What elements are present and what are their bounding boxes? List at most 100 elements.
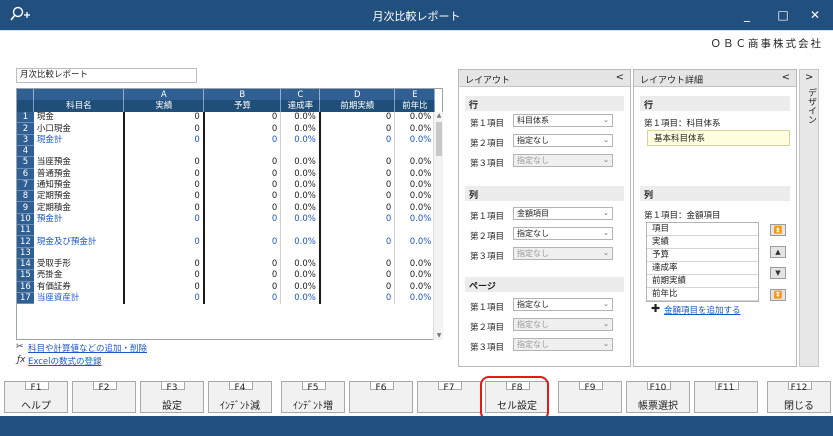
maximize-button[interactable]: □ — [771, 6, 795, 24]
account-name-cell[interactable] — [34, 145, 124, 156]
row-number[interactable]: 12 — [17, 235, 34, 248]
row-number[interactable]: 7 — [17, 179, 34, 192]
value-cell[interactable]: 0.0% — [280, 258, 321, 270]
list-item[interactable]: 前年比 — [647, 288, 758, 301]
value-cell[interactable] — [318, 145, 396, 157]
scroll-down-icon[interactable]: ▼ — [434, 332, 444, 340]
row-item2-select[interactable]: 指定なし ⌄ — [513, 134, 613, 147]
account-name-cell[interactable]: 普通預金 — [34, 168, 124, 179]
function-key-f9[interactable]: F9 — [558, 381, 622, 413]
value-cell[interactable]: 0 — [122, 190, 205, 202]
value-cell[interactable]: 0.0% — [394, 111, 436, 123]
value-cell[interactable]: 0 — [202, 156, 282, 169]
value-cell[interactable]: 0 — [122, 281, 205, 293]
account-name-cell[interactable]: 現金計 — [34, 134, 124, 145]
value-cell[interactable]: 0 — [122, 235, 205, 248]
value-cell[interactable] — [318, 224, 396, 236]
account-name-cell[interactable] — [34, 225, 124, 236]
row-number[interactable]: 15 — [17, 269, 34, 282]
report-name-field[interactable]: 月次比較レポート — [16, 68, 197, 83]
value-cell[interactable]: 0 — [202, 258, 282, 270]
page-item1-select[interactable]: 指定なし ⌄ — [513, 298, 613, 311]
row-number[interactable]: 5 — [17, 156, 34, 169]
row-number[interactable]: 2 — [17, 122, 34, 135]
excel-formula-link[interactable]: Excelの数式の登録 — [28, 355, 102, 367]
value-cell[interactable]: 0 — [122, 168, 205, 180]
page-item3-select[interactable]: 指定なし ⌄ — [513, 338, 613, 351]
report-sheet[interactable]: A B C D E 科目名 実績 予算 達成率 前期実績 前年比 1 現金 0 0 0.… — [16, 88, 443, 340]
value-cell[interactable]: 0 — [318, 134, 396, 146]
col-item3-select[interactable]: 指定なし ⌄ — [513, 247, 613, 260]
value-cell[interactable] — [394, 247, 436, 259]
value-cell[interactable]: 0.0% — [280, 292, 321, 304]
close-button[interactable]: ✕ — [803, 6, 827, 24]
value-cell[interactable]: 0.0% — [394, 269, 436, 282]
row-number[interactable]: 13 — [17, 247, 34, 259]
value-cell[interactable]: 0 — [318, 168, 396, 180]
value-cell[interactable]: 0.0% — [394, 281, 436, 293]
col-item2-select[interactable]: 指定なし ⌄ — [513, 227, 613, 240]
move-top-icon[interactable]: ⏫ — [770, 224, 786, 236]
table-row[interactable]: 10 預金計 0 0 0.0% 0 0.0% — [17, 213, 436, 226]
account-name-cell[interactable]: 定期預金 — [34, 191, 124, 202]
value-cell[interactable] — [122, 145, 205, 157]
value-cell[interactable]: 0.0% — [280, 269, 321, 282]
value-cell[interactable]: 0.0% — [280, 134, 321, 146]
account-name-cell[interactable]: 売掛金 — [34, 270, 124, 281]
value-cell[interactable]: 0 — [202, 134, 282, 146]
value-cell[interactable] — [394, 224, 436, 236]
row-number[interactable]: 1 — [17, 111, 34, 124]
value-cell[interactable]: 0 — [122, 269, 205, 282]
scroll-up-icon[interactable]: ▲ — [434, 112, 444, 120]
value-cell[interactable] — [202, 224, 282, 236]
table-row[interactable]: 17 当座資産計 0 0 0.0% 0 0.0% — [17, 292, 436, 305]
function-key-f10[interactable]: F10 帳票選択 — [626, 381, 690, 413]
value-cell[interactable]: 0.0% — [280, 111, 321, 123]
row-item3-select[interactable]: 指定なし ⌄ — [513, 154, 613, 167]
value-cell[interactable]: 0 — [202, 269, 282, 282]
row-number[interactable]: 4 — [17, 145, 34, 158]
value-cell[interactable]: 0 — [318, 292, 396, 304]
scroll-thumb[interactable] — [436, 122, 442, 156]
table-row[interactable]: 16 有価証券 0 0 0.0% 0 0.0% — [17, 281, 436, 293]
account-name-cell[interactable]: 受取手形 — [34, 258, 124, 269]
value-cell[interactable]: 0 — [202, 111, 282, 123]
column-letter[interactable]: A — [123, 89, 205, 101]
account-name-cell[interactable]: 通知預金 — [34, 179, 124, 190]
value-cell[interactable]: 0 — [202, 179, 282, 191]
value-cell[interactable]: 0 — [318, 235, 396, 248]
account-name-cell[interactable] — [34, 247, 124, 258]
value-cell[interactable] — [202, 145, 282, 157]
value-cell[interactable]: 0 — [122, 156, 205, 169]
value-cell[interactable]: 0.0% — [394, 122, 436, 135]
account-name-cell[interactable]: 当座資産計 — [34, 292, 124, 303]
row-number[interactable]: 11 — [17, 224, 34, 237]
value-cell[interactable]: 0 — [318, 201, 396, 214]
function-key-f3[interactable]: F3 設定 — [140, 381, 204, 413]
column-header[interactable]: 実績 — [123, 100, 205, 112]
value-cell[interactable]: 0.0% — [280, 122, 321, 135]
collapse-layout-icon[interactable]: < — [616, 72, 624, 83]
value-cell[interactable]: 0 — [202, 281, 282, 293]
table-row[interactable]: 13 — [17, 247, 436, 259]
value-cell[interactable]: 0.0% — [394, 213, 436, 225]
value-cell[interactable]: 0.0% — [280, 213, 321, 225]
account-name-cell[interactable]: 預金計 — [34, 213, 124, 224]
value-cell[interactable]: 0.0% — [394, 201, 436, 214]
column-letter[interactable]: B — [203, 89, 282, 101]
collapse-detail-icon[interactable]: < — [782, 72, 790, 83]
value-cell[interactable]: 0.0% — [394, 156, 436, 169]
value-cell[interactable]: 0 — [318, 213, 396, 225]
column-letter[interactable]: E — [394, 89, 436, 101]
value-cell[interactable]: 0 — [202, 201, 282, 214]
value-cell[interactable]: 0 — [122, 201, 205, 214]
col-item1-select[interactable]: 金額項目 ⌄ — [513, 207, 613, 220]
value-cell[interactable] — [122, 247, 205, 259]
value-cell[interactable]: 0.0% — [280, 179, 321, 191]
value-cell[interactable]: 0 — [202, 235, 282, 248]
list-item[interactable]: 実績 — [647, 236, 758, 249]
value-cell[interactable] — [318, 247, 396, 259]
function-key-f11[interactable]: F11 — [694, 381, 758, 413]
value-cell[interactable]: 0 — [318, 190, 396, 202]
value-cell[interactable]: 0.0% — [394, 235, 436, 248]
